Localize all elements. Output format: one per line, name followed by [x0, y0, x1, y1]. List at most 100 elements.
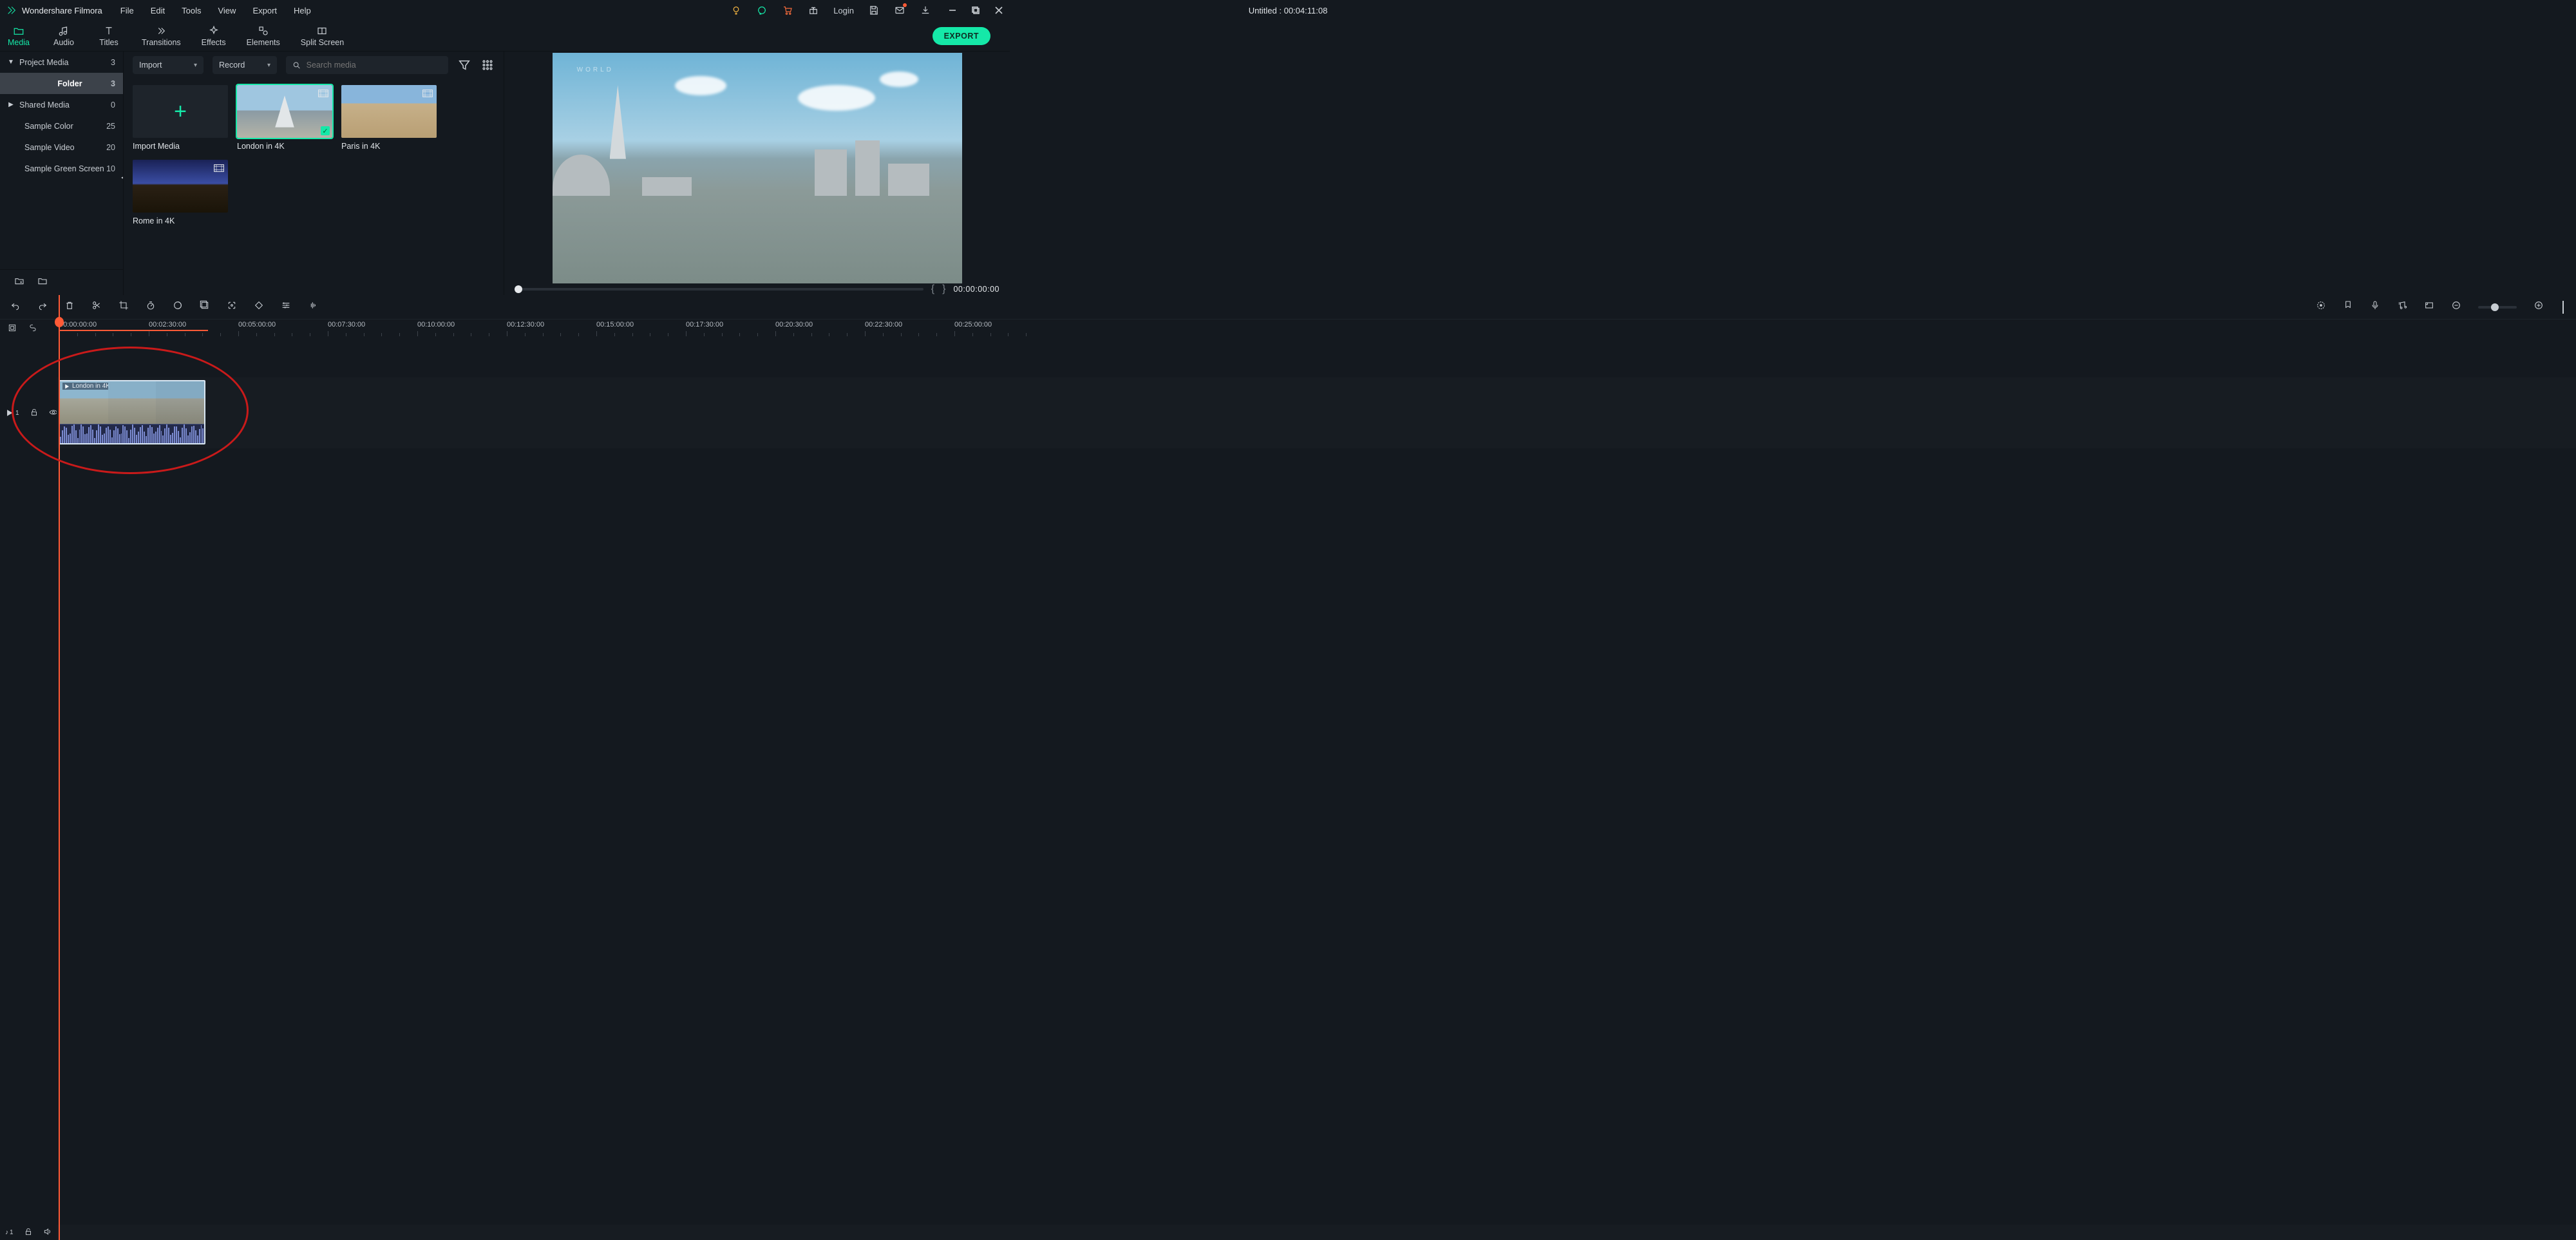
window-minimize-button[interactable] [948, 6, 957, 15]
motion-track-button[interactable] [227, 300, 237, 314]
tab-audio[interactable]: Audio [52, 25, 76, 47]
menu-edit[interactable]: Edit [151, 6, 165, 15]
sidebar-item-sample-color[interactable]: Sample Color25 [0, 115, 123, 137]
render-preview-button[interactable] [2316, 300, 2326, 314]
sidebar-item-label: Shared Media [19, 100, 70, 110]
audio-mixer-button[interactable] [2397, 300, 2407, 314]
search-input[interactable] [307, 61, 442, 70]
mark-out-icon[interactable]: } [942, 283, 945, 295]
link-toggle-button[interactable] [28, 323, 37, 336]
menu-view[interactable]: View [218, 6, 236, 15]
playhead[interactable] [59, 295, 60, 1240]
mark-in-icon[interactable]: { [931, 283, 934, 295]
media-item-label: London in 4K [237, 142, 332, 151]
zoom-to-fit-button[interactable] [2561, 301, 2566, 314]
view-grid-icon[interactable] [480, 58, 495, 72]
aspect-button[interactable] [2424, 300, 2434, 314]
search-media[interactable] [286, 56, 448, 74]
sidebar-item-project-media[interactable]: ▼Project Media3 [0, 52, 123, 73]
ruler-label: 00:00:00:00 [59, 321, 97, 329]
import-dropdown[interactable]: Import▾ [133, 56, 204, 74]
keyframe-button[interactable] [254, 300, 264, 314]
export-button[interactable]: EXPORT [933, 27, 990, 45]
audio-beat-button[interactable] [308, 300, 318, 314]
media-item-import[interactable]: +Import Media [133, 85, 228, 151]
select-mode-button[interactable] [8, 323, 17, 336]
window-close-button[interactable] [994, 6, 1003, 15]
track-lock-icon[interactable] [30, 408, 39, 419]
video-clip-icon [318, 89, 328, 97]
document-title: Untitled : 00:04:11:08 [1249, 6, 1328, 15]
media-item-london[interactable]: ✓London in 4K [237, 85, 332, 151]
music-note-icon [58, 25, 70, 37]
video-track: 1 London in 4K [0, 377, 2576, 448]
tab-media[interactable]: Media [6, 25, 31, 47]
media-item-paris[interactable]: Paris in 4K [341, 85, 437, 151]
menu-export[interactable]: Export [252, 6, 277, 15]
green-screen-button[interactable] [200, 300, 210, 314]
login-button[interactable]: Login [833, 6, 854, 15]
media-item-label: Paris in 4K [341, 142, 437, 151]
render-region-indicator [59, 330, 208, 331]
delete-button[interactable] [64, 300, 75, 314]
media-thumbnail [133, 160, 228, 213]
ruler-label: 00:02:30:00 [149, 321, 186, 329]
sidebar-item-sample-green-screen[interactable]: Sample Green Screen10 [0, 158, 123, 179]
filter-icon[interactable] [457, 58, 471, 72]
timeline-clip[interactable]: London in 4K [59, 380, 205, 444]
redo-button[interactable] [37, 300, 48, 314]
download-icon[interactable] [920, 5, 931, 16]
main-tabs: Media Audio Titles Transitions Effects E… [0, 21, 1010, 52]
speed-button[interactable] [146, 300, 156, 314]
marker-button[interactable] [2343, 300, 2353, 314]
text-icon [103, 25, 115, 37]
record-vo-button[interactable] [2370, 300, 2380, 314]
store-cart-icon[interactable] [782, 5, 793, 16]
color-button[interactable] [173, 300, 183, 314]
sidebar-item-shared-media[interactable]: ▶Shared Media0 [0, 94, 123, 115]
audio-track-lock-icon[interactable] [24, 1227, 33, 1238]
gift-icon[interactable] [808, 5, 819, 16]
timeline-ruler[interactable]: 00:00:00:0000:02:30:0000:05:00:0000:07:3… [57, 320, 2576, 339]
ruler-label: 00:22:30:00 [865, 321, 902, 329]
window-maximize-button[interactable] [971, 6, 980, 15]
audio-track-mute-icon[interactable] [43, 1227, 52, 1238]
menu-tools[interactable]: Tools [182, 6, 201, 15]
new-folder-button[interactable] [14, 276, 24, 289]
media-item-rome[interactable]: Rome in 4K [133, 160, 228, 225]
zoom-out-button[interactable] [2451, 300, 2461, 314]
tab-split-screen[interactable]: Split Screen [301, 25, 344, 47]
tab-effects[interactable]: Effects [202, 25, 226, 47]
adjust-button[interactable] [281, 300, 291, 314]
undo-button[interactable] [10, 300, 21, 314]
sidebar-item-label: Sample Green Screen [24, 164, 104, 173]
search-icon [292, 61, 301, 70]
preview-viewport[interactable] [553, 53, 962, 283]
menu-file[interactable]: File [120, 6, 134, 15]
video-track-index: 1 [15, 410, 19, 417]
hint-icon[interactable] [730, 5, 742, 16]
tab-titles-label: Titles [99, 38, 118, 47]
tab-elements[interactable]: Elements [247, 25, 280, 47]
open-folder-button[interactable] [37, 276, 48, 289]
record-dropdown[interactable]: Record▾ [213, 56, 277, 74]
sparkle-icon [208, 25, 220, 37]
support-icon[interactable] [756, 5, 768, 16]
expand-icon: ▶ [8, 101, 14, 108]
menu-help[interactable]: Help [294, 6, 311, 15]
ruler-label: 00:07:30:00 [328, 321, 365, 329]
ruler-label: 00:15:00:00 [596, 321, 634, 329]
message-icon[interactable] [894, 5, 905, 16]
tab-titles[interactable]: Titles [97, 25, 121, 47]
sidebar-item-folder[interactable]: Folder3 [0, 73, 123, 94]
zoom-in-button[interactable] [2533, 300, 2544, 314]
save-icon[interactable] [868, 5, 880, 16]
zoom-slider[interactable] [2478, 306, 2517, 309]
sidebar-item-sample-video[interactable]: Sample Video20 [0, 137, 123, 158]
split-button[interactable] [91, 300, 102, 314]
crop-button[interactable] [118, 300, 129, 314]
shapes-icon [258, 25, 269, 37]
tab-transitions[interactable]: Transitions [142, 25, 181, 47]
sidebar-item-label: Sample Video [24, 143, 75, 152]
preview-seek-slider[interactable] [515, 288, 923, 291]
